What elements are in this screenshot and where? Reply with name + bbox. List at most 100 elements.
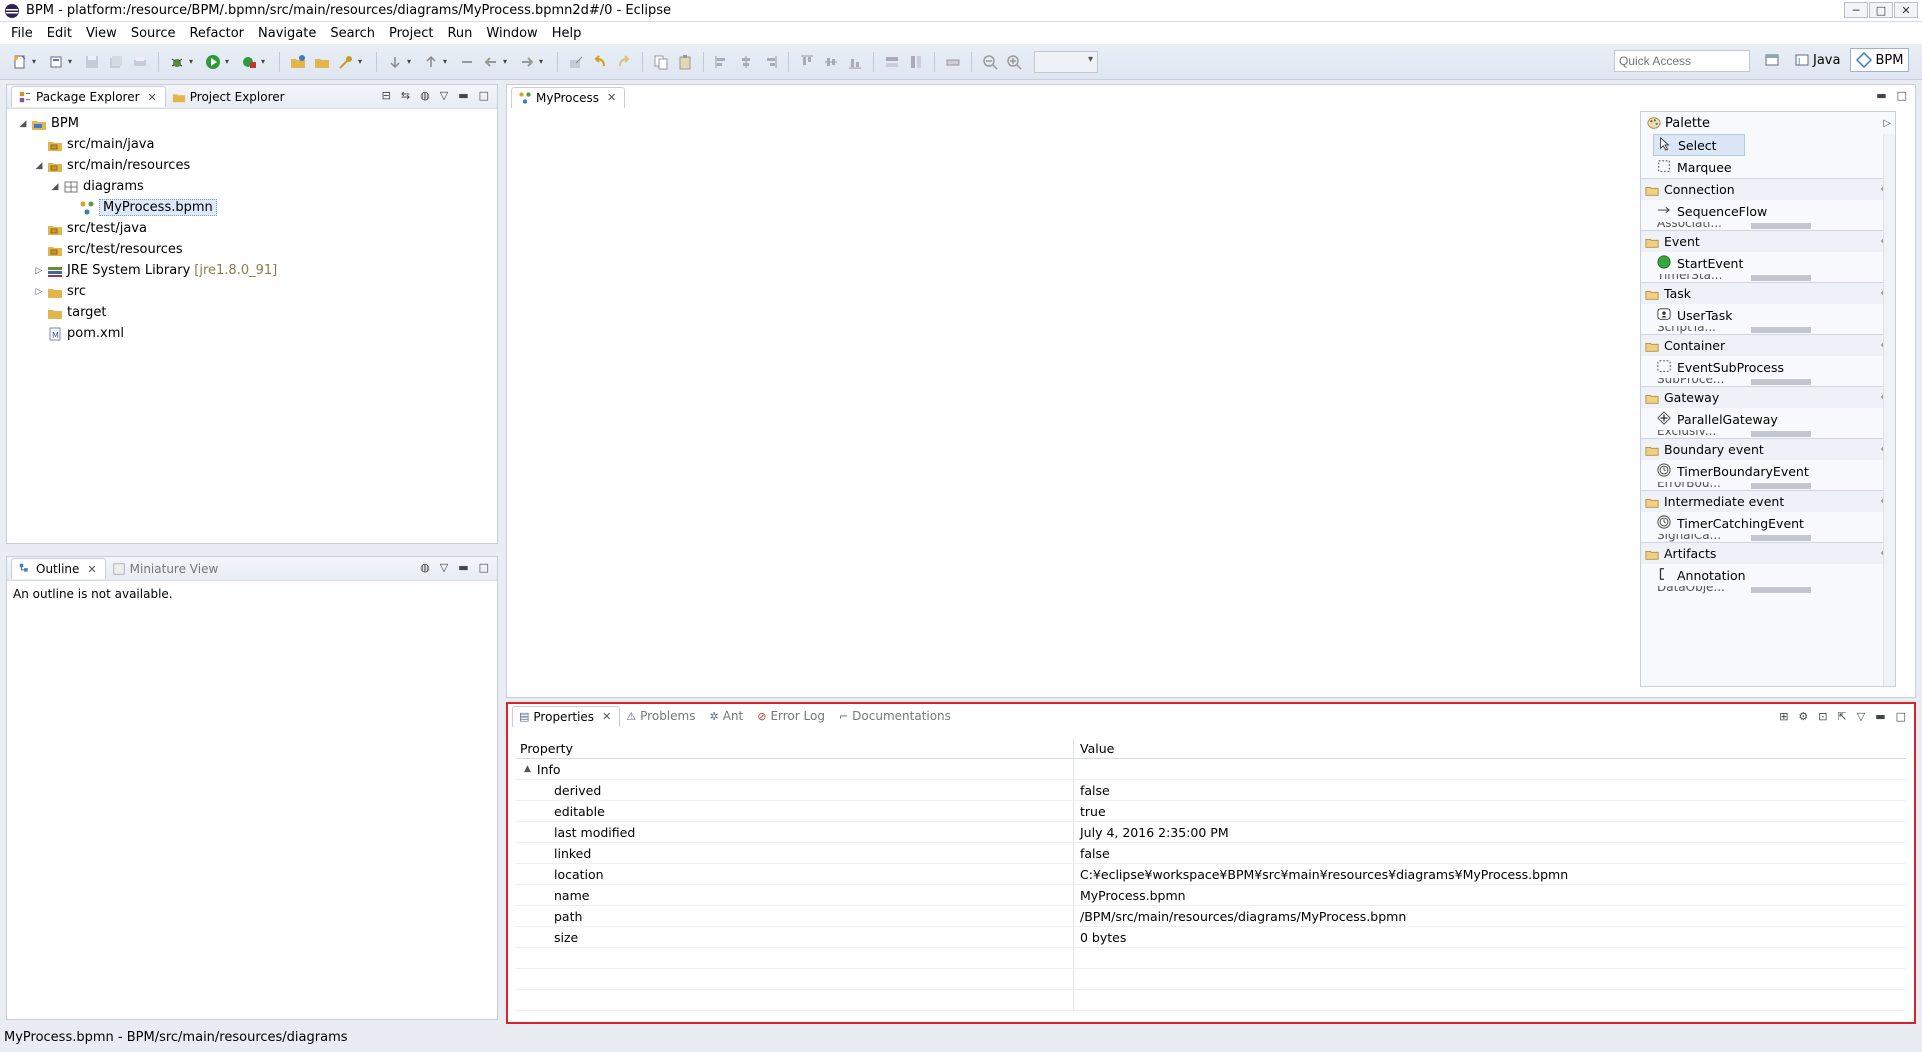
align-center-icon[interactable] (737, 53, 755, 71)
tree-item[interactable]: ▷ src (7, 281, 497, 302)
view-menu-icon[interactable]: ▽ (440, 561, 448, 574)
palette-tool-partial[interactable]: ScriptTa... (1641, 326, 1895, 334)
property-row[interactable]: derived false (516, 780, 1906, 801)
zoom-combo[interactable] (1034, 50, 1098, 73)
palette-tool[interactable]: Annotation (1641, 564, 1895, 586)
property-row[interactable]: path/BPM/src/main/resources/diagrams/MyP… (516, 906, 1906, 927)
open-type-dropdown-icon[interactable]: ▾ (358, 57, 366, 66)
expand-twisty-icon[interactable]: ▷ (33, 266, 45, 276)
save-all-icon[interactable] (107, 53, 125, 71)
layout-icon[interactable] (944, 53, 962, 71)
menu-view[interactable]: View (79, 26, 124, 41)
close-icon[interactable]: ✕ (148, 91, 157, 104)
close-icon[interactable]: ✕ (602, 710, 611, 723)
tree-item[interactable]: ◢ src/main/resources (7, 155, 497, 176)
tab-package-explorer[interactable]: Package Explorer ✕ (11, 86, 166, 107)
drawer-scrollbar[interactable] (1751, 535, 1811, 541)
minimize-icon[interactable]: ─ (1844, 2, 1868, 18)
palette-tool[interactable]: EventSubProcess (1641, 356, 1895, 378)
print-icon[interactable] (131, 53, 149, 71)
palette-tool-partial[interactable]: Associati... (1641, 222, 1895, 230)
property-row[interactable]: name MyProcess.bpmn (516, 885, 1906, 906)
palette-drawer-header[interactable]: Task⇔ (1641, 283, 1895, 304)
tree-item[interactable]: ◢ diagrams (7, 176, 497, 197)
tree-item[interactable]: src/main/java (7, 134, 497, 155)
tab-outline[interactable]: Outline ✕ (11, 558, 106, 579)
palette-collapse-icon[interactable]: ▷ (1883, 118, 1891, 129)
tree-item[interactable]: ◢ BPM (7, 113, 497, 134)
tab-properties[interactable]: ▤ Properties ✕ (512, 705, 621, 727)
palette-header[interactable]: Palette ▷ (1641, 112, 1895, 134)
palette-drawer-header[interactable]: Intermediate event⇔ (1641, 491, 1895, 512)
palette-drawer-header[interactable]: Artifacts⇔ (1641, 543, 1895, 564)
run-dropdown-icon[interactable]: ▾ (225, 57, 233, 66)
view-menu-icon[interactable]: ▽ (1857, 710, 1865, 723)
open-perspective-icon[interactable] (1763, 51, 1781, 69)
focus-icon[interactable]: ◍ (420, 561, 430, 574)
palette-tool-select[interactable]: Select (1653, 134, 1745, 156)
open-type-icon[interactable] (337, 53, 355, 71)
prev-annotation-icon[interactable] (422, 53, 440, 71)
tree-item[interactable]: src/test/java (7, 218, 497, 239)
tab-problems[interactable]: ⚠ Problems (620, 706, 703, 726)
palette-tool-partial[interactable]: TimerSta... (1641, 274, 1895, 282)
maximize-view-icon[interactable]: □ (1897, 89, 1907, 102)
palette-tool-partial[interactable]: Exclusiv... (1641, 430, 1895, 438)
debug-dropdown-icon[interactable]: ▾ (189, 57, 197, 66)
tab-documentations[interactable]: ⌐ Documentations (833, 706, 959, 726)
palette-tool-partial[interactable]: ErrorBou... (1641, 482, 1895, 490)
palette-tool[interactable]: TimerBoundaryEvent (1641, 460, 1895, 482)
back-icon[interactable] (482, 53, 500, 71)
drawer-scrollbar[interactable] (1751, 587, 1811, 593)
next-annotation-dropdown-icon[interactable]: ▾ (407, 57, 415, 66)
drawer-scrollbar[interactable] (1751, 223, 1811, 229)
palette-tool[interactable]: TimerCatchingEvent (1641, 512, 1895, 534)
minimize-view-icon[interactable]: ▬ (1875, 710, 1885, 723)
new-wizard-dropdown-icon[interactable]: ▾ (68, 57, 76, 66)
palette-tool[interactable]: ParallelGateway (1641, 408, 1895, 430)
drawer-scrollbar[interactable] (1751, 483, 1811, 489)
property-row[interactable]: size 0 bytes (516, 927, 1906, 948)
restore-default-icon[interactable]: ⊡ (1818, 710, 1827, 723)
menu-window[interactable]: Window (479, 26, 544, 41)
palette-tool-partial[interactable]: DataObje... (1641, 586, 1895, 594)
menu-help[interactable]: Help (545, 26, 589, 41)
palette-tool[interactable]: SequenceFlow (1641, 200, 1895, 222)
align-middle-icon[interactable] (822, 53, 840, 71)
prev-annotation-dropdown-icon[interactable]: ▾ (443, 57, 451, 66)
property-row[interactable]: location C:¥eclipse¥workspace¥BPM¥src¥mai… (516, 864, 1906, 885)
next-annotation-icon[interactable] (386, 53, 404, 71)
palette-tool-partial[interactable]: SignalCa... (1641, 534, 1895, 542)
menu-edit[interactable]: Edit (40, 26, 79, 41)
maximize-view-icon[interactable]: □ (1896, 710, 1906, 723)
expand-twisty-icon[interactable]: ▷ (33, 287, 45, 297)
property-row[interactable]: last modified July 4, 2016 2:35:00 PM (516, 822, 1906, 843)
palette-drawer-header[interactable]: Container⇔ (1641, 335, 1895, 356)
redo-icon[interactable] (615, 53, 633, 71)
zoom-out-icon[interactable] (981, 53, 999, 71)
perspective-bpm[interactable]: BPM (1850, 48, 1910, 72)
back-dropdown-icon[interactable]: ▾ (503, 57, 511, 66)
tab-editor-myprocess[interactable]: MyProcess ✕ (511, 86, 626, 108)
tab-project-explorer[interactable]: Project Explorer (166, 87, 293, 107)
drawer-scrollbar[interactable] (1751, 275, 1811, 281)
drawer-scrollbar[interactable] (1751, 327, 1811, 333)
property-row[interactable]: linked false (516, 843, 1906, 864)
menu-project[interactable]: Project (382, 26, 440, 41)
export-icon[interactable] (567, 53, 585, 71)
open-folder-icon[interactable] (313, 53, 331, 71)
align-top-icon[interactable] (798, 53, 816, 71)
menu-file[interactable]: File (4, 26, 40, 41)
collapse-twisty-icon[interactable]: ◢ (17, 119, 29, 129)
palette-drawer-header[interactable]: Gateway⇔ (1641, 387, 1895, 408)
align-bottom-icon[interactable] (846, 53, 864, 71)
property-row[interactable]: editable true (516, 801, 1906, 822)
palette-tool-partial[interactable]: SubProce... (1641, 378, 1895, 386)
tree-item[interactable]: ▷ JRE System Library [jre1.8.0_91] (7, 260, 497, 281)
save-icon[interactable] (83, 53, 101, 71)
expand-twisty-icon[interactable]: ▲ (524, 764, 531, 774)
tree-item[interactable]: target (7, 302, 497, 323)
palette-tool[interactable]: StartEvent (1641, 252, 1895, 274)
menu-refactor[interactable]: Refactor (182, 26, 251, 41)
close-icon[interactable]: ✕ (1894, 2, 1918, 18)
